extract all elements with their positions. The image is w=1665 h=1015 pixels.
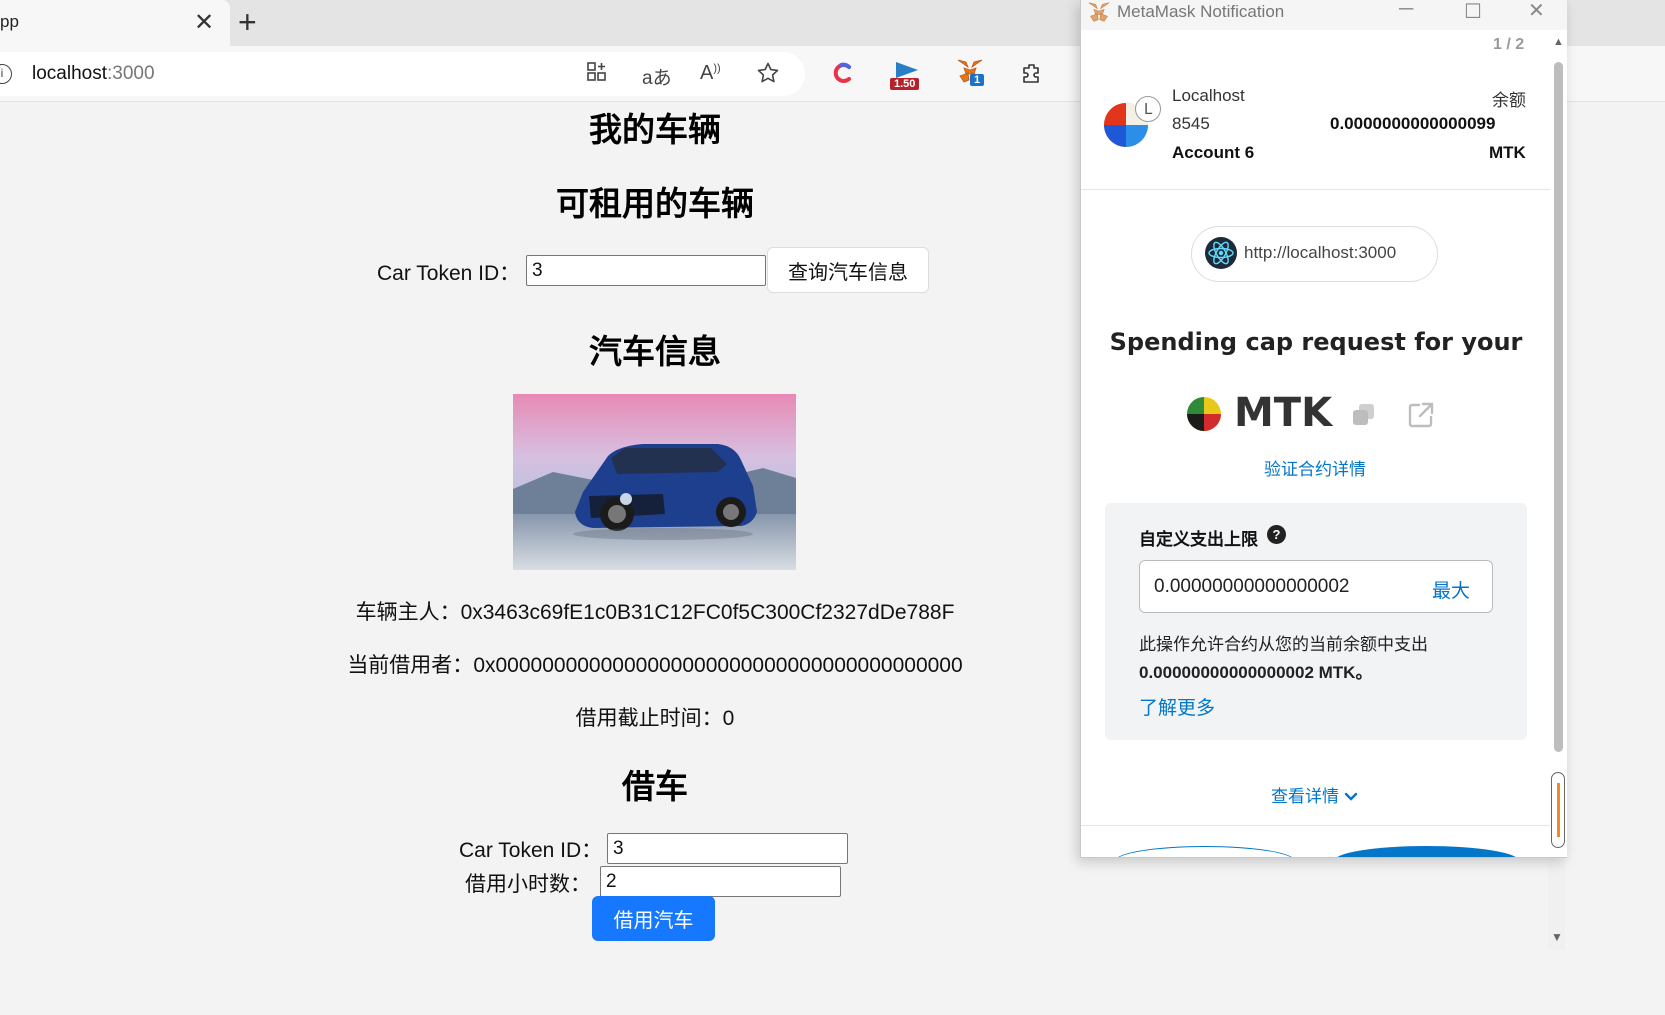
metamask-titlebar: MetaMask Notification ─ ☐ ✕ xyxy=(1081,0,1567,30)
network-name: Localhost xyxy=(1172,86,1245,105)
metamask-badge: 1 xyxy=(970,74,985,86)
external-link-icon[interactable] xyxy=(1406,400,1436,435)
token-logo-icon xyxy=(1186,396,1222,437)
scroll-down-icon[interactable]: ▼ xyxy=(1551,930,1563,944)
owner-value: 0x3463c69fE1c0B31C12FC0f5C300Cf2327dDe78… xyxy=(460,601,955,624)
extension-badge: 1.50 xyxy=(890,78,920,90)
spending-cap-box: 自定义支出上限 ? 0.00000000000000002 最大 此操作允许合约… xyxy=(1105,503,1527,740)
tab-title: pp xyxy=(0,12,19,31)
spending-cap-heading: Spending cap request for your xyxy=(1109,328,1523,356)
query-token-label: Car Token ID： xyxy=(377,262,521,285)
cap-description-line1: 此操作允许合约从您的当前余额中支出 xyxy=(1139,635,1428,654)
extensions-puzzle-icon[interactable] xyxy=(1020,62,1044,91)
translate-icon[interactable]: aあ xyxy=(642,63,672,90)
balance-value: 0.0000000000000099 xyxy=(1330,114,1496,133)
next-button[interactable] xyxy=(1334,846,1519,857)
cap-description: 此操作允许合约从您的当前余额中支出 0.00000000000000002 MT… xyxy=(1139,631,1509,687)
footer-divider xyxy=(1081,825,1551,826)
metamask-scrollbar[interactable]: ▲ xyxy=(1550,30,1567,857)
scroll-thumb[interactable] xyxy=(1554,62,1563,752)
slides-extension-icon[interactable]: 1.50 xyxy=(890,60,924,90)
borrow-hours-input[interactable] xyxy=(600,866,841,897)
scroll-thumb-secondary[interactable] xyxy=(1551,772,1565,848)
view-details-label: 查看详情 xyxy=(1271,787,1339,806)
borrower-label: 当前借用者： xyxy=(347,654,474,677)
custom-cap-label: 自定义支出上限 xyxy=(1139,530,1258,550)
reject-button[interactable] xyxy=(1115,846,1295,857)
learn-more-link[interactable]: 了解更多 xyxy=(1139,693,1215,720)
view-details-link[interactable]: 查看详情 xyxy=(1271,782,1358,807)
window-close-icon[interactable]: ✕ xyxy=(1528,0,1545,23)
site-info-icon[interactable]: i xyxy=(0,64,12,84)
verify-contract-link[interactable]: 验证合约详情 xyxy=(1264,455,1366,480)
app-available-icon[interactable] xyxy=(586,61,608,89)
help-icon[interactable]: ? xyxy=(1267,525,1286,544)
minimize-icon[interactable]: ─ xyxy=(1399,0,1413,21)
favorite-star-icon[interactable] xyxy=(756,61,780,91)
browser-tab[interactable]: pp ✕ xyxy=(0,0,230,46)
borrow-hours-label: 借用小时数： xyxy=(465,873,591,896)
expiry-label: 借用截止时间： xyxy=(575,707,723,730)
maximize-icon[interactable]: ☐ xyxy=(1464,0,1482,24)
metamask-window-title: MetaMask Notification xyxy=(1117,2,1285,21)
query-token-input[interactable] xyxy=(526,255,766,286)
balance-label: 余额 xyxy=(1492,91,1526,110)
request-pager: 1 / 2 xyxy=(1493,36,1525,53)
borrower-value: 0x00000000000000000000000000000000000000… xyxy=(473,654,963,677)
react-logo-icon xyxy=(1204,236,1238,275)
close-tab-icon[interactable]: ✕ xyxy=(194,8,214,37)
max-button[interactable]: 最大 xyxy=(1432,576,1470,603)
car-image xyxy=(513,394,796,570)
borrow-token-input[interactable] xyxy=(607,833,848,864)
address-bar[interactable]: i localhost:3000 aあ A)) xyxy=(0,52,805,96)
account-name: Account 6 xyxy=(1172,143,1255,162)
borrow-token-label: Car Token ID： xyxy=(459,839,603,862)
chevron-down-icon xyxy=(1344,792,1357,801)
owner-label: 车辆主人： xyxy=(355,601,461,624)
metamask-window: MetaMask Notification ─ ☐ ✕ 1 / 2 L Loca… xyxy=(1080,0,1567,858)
expiry-value: 0 xyxy=(722,707,735,730)
copilot-extension-icon[interactable] xyxy=(832,62,854,89)
balance-unit: MTK xyxy=(1489,143,1526,162)
spending-cap-input[interactable]: 0.00000000000000002 最大 xyxy=(1139,560,1493,613)
scroll-up-icon[interactable]: ▲ xyxy=(1553,36,1564,48)
read-aloud-icon[interactable]: A)) xyxy=(700,62,721,85)
copy-address-icon[interactable] xyxy=(1349,400,1379,435)
site-origin-pill: http://localhost:3000 xyxy=(1191,226,1438,282)
metamask-extension-icon[interactable]: 1 xyxy=(956,58,985,89)
network-port: 8545 xyxy=(1172,114,1210,133)
network-badge: L xyxy=(1135,96,1161,122)
query-car-button[interactable]: 查询汽车信息 xyxy=(767,247,929,293)
address-text[interactable]: localhost:3000 xyxy=(32,63,155,85)
site-origin-text: http://localhost:3000 xyxy=(1244,243,1397,262)
cap-description-amount: 0.00000000000000002 MTK。 xyxy=(1139,663,1373,682)
address-port: :3000 xyxy=(107,63,155,84)
new-tab-icon[interactable]: + xyxy=(238,4,257,41)
address-host: localhost xyxy=(32,63,107,84)
token-symbol: MTK xyxy=(1234,390,1333,436)
spending-cap-value: 0.00000000000000002 xyxy=(1154,576,1350,597)
borrow-car-button[interactable]: 借用汽车 xyxy=(592,896,715,941)
account-header: L Localhost 8545 Account 6 余额 0.00000000… xyxy=(1081,62,1551,190)
metamask-fox-icon xyxy=(1087,1,1111,28)
